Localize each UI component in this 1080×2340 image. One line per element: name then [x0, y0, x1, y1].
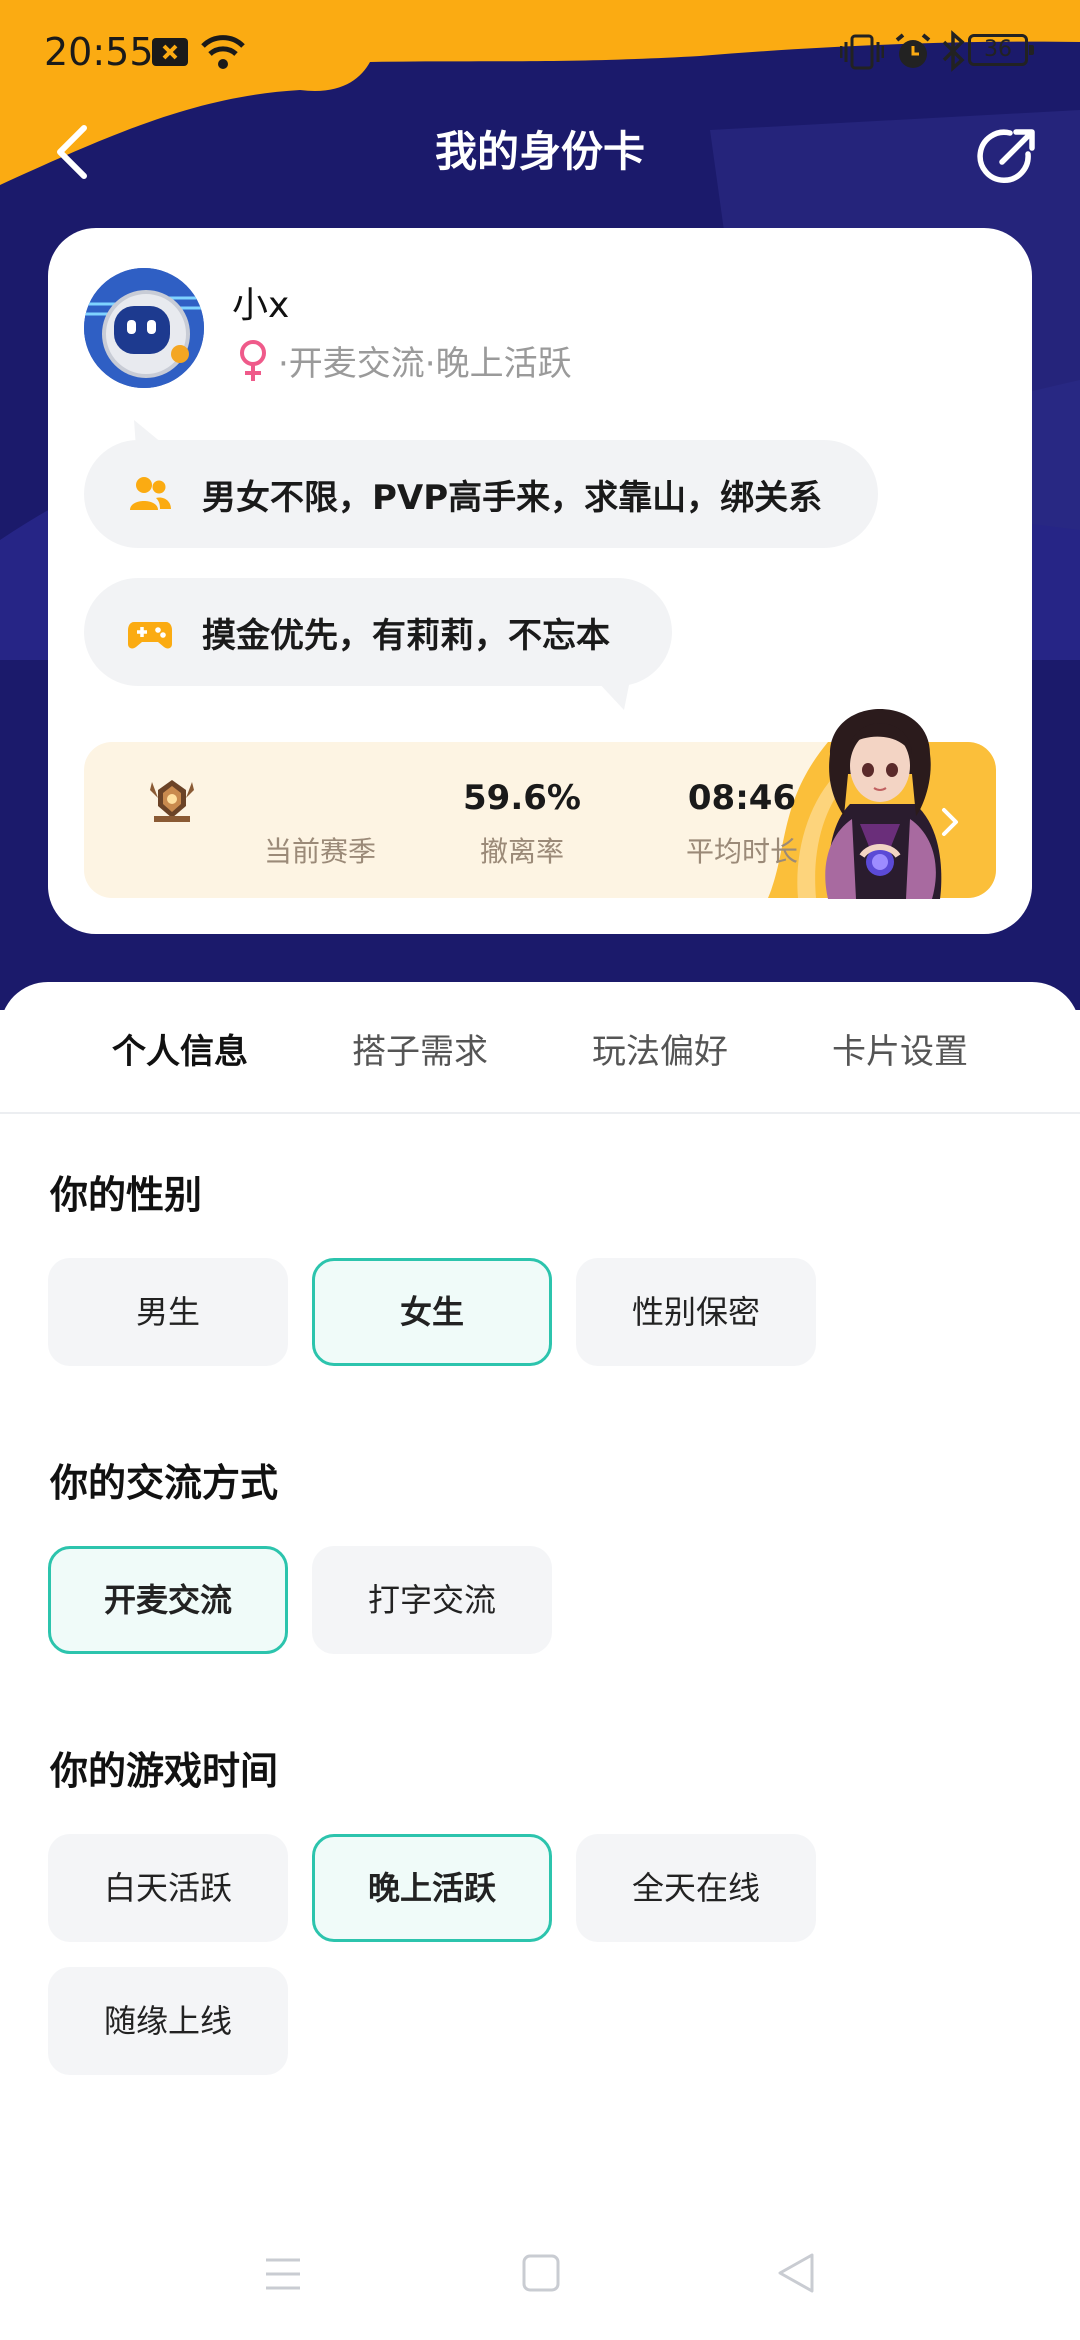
demand-bubble: 男女不限，PVP高手来，求靠山，绑关系	[84, 440, 878, 548]
season-badge-icon	[150, 780, 194, 822]
time-section-title: 你的游戏时间	[50, 1749, 279, 1793]
time-option-allday[interactable]: 全天在线	[576, 1834, 816, 1942]
menu-icon[interactable]	[264, 2256, 302, 2292]
gender-section-title: 你的性别	[50, 1173, 203, 1217]
tab-card-settings[interactable]: 卡片设置	[780, 1024, 1020, 1073]
status-time: 20:55	[44, 30, 154, 74]
battery-icon: 36	[968, 34, 1034, 66]
preference-text: 摸金优先，有莉莉，不忘本	[202, 615, 610, 656]
gamepad-icon	[128, 622, 172, 649]
share-icon[interactable]	[974, 124, 1040, 190]
preference-bubble: 摸金优先，有莉莉，不忘本	[84, 578, 672, 686]
tabs-divider	[0, 1112, 1080, 1114]
chevron-right-icon[interactable]	[938, 804, 962, 840]
time-option-evening[interactable]: 晚上活跃	[312, 1834, 552, 1942]
notification-icon	[152, 38, 188, 66]
stat-escape-rate: 59.6% 撤离率	[322, 742, 581, 898]
bluetooth-icon	[942, 30, 965, 72]
back-triangle-icon[interactable]	[776, 2252, 816, 2294]
robot-avatar-icon	[84, 268, 204, 388]
female-icon	[240, 339, 266, 381]
users-icon	[130, 477, 171, 510]
demand-text: 男女不限，PVP高手来，求靠山，绑关系	[202, 477, 823, 518]
tab-personal-info[interactable]: 个人信息	[60, 1024, 300, 1073]
user-tags-text: ·开麦交流·晚上活跃	[278, 344, 572, 384]
avatar[interactable]	[84, 268, 204, 388]
status-bar: 20:55 36	[0, 0, 1080, 105]
character-avatar	[825, 709, 942, 899]
bubble-tail-bottom	[596, 680, 630, 710]
comm-option-text[interactable]: 打字交流	[312, 1546, 552, 1654]
time-option-daytime[interactable]: 白天活跃	[48, 1834, 288, 1942]
tab-partner-demand[interactable]: 搭子需求	[300, 1024, 540, 1073]
page-title: 我的身份卡	[434, 127, 645, 176]
alarm-icon	[895, 33, 931, 68]
gender-option-female[interactable]: 女生	[312, 1258, 552, 1366]
battery-level: 36	[984, 37, 1012, 62]
gender-option-secret[interactable]: 性别保密	[576, 1258, 816, 1366]
home-icon[interactable]	[522, 2254, 560, 2292]
system-navigation-bar	[0, 2240, 1080, 2340]
stat-avg-duration: 08:46 平均时长	[542, 742, 798, 898]
vibrate-icon	[840, 34, 884, 70]
user-tags: ·开麦交流·晚上活跃	[236, 336, 572, 385]
comm-section-title: 你的交流方式	[50, 1461, 279, 1505]
gender-option-male[interactable]: 男生	[48, 1258, 288, 1366]
comm-option-voice[interactable]: 开麦交流	[48, 1546, 288, 1654]
time-option-random[interactable]: 随缘上线	[48, 1967, 288, 2075]
wifi-icon	[201, 35, 245, 69]
tab-play-preference[interactable]: 玩法偏好	[540, 1024, 780, 1073]
user-name: 小x	[232, 285, 290, 326]
